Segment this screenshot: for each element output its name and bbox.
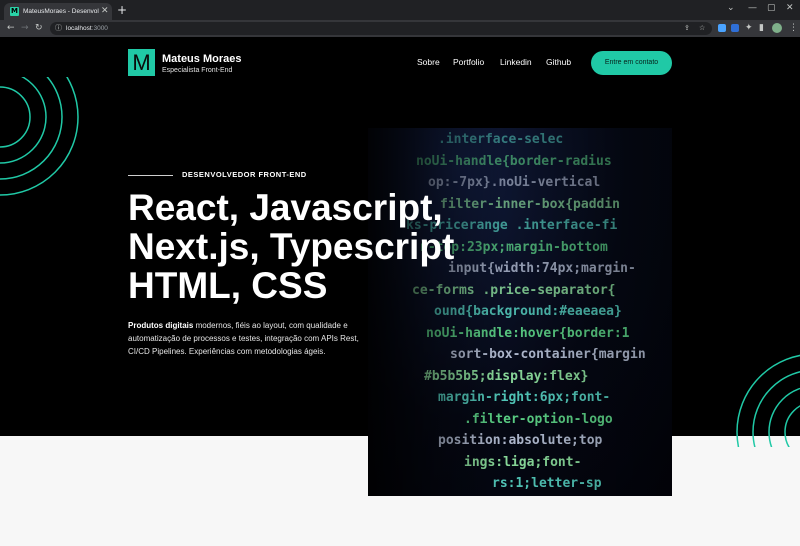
browser-menu-icon[interactable]: ⋮ bbox=[789, 22, 798, 35]
page-viewport: M Mateus Moraes Especialista Front-End S… bbox=[0, 37, 800, 546]
reload-icon[interactable]: ↻ bbox=[35, 22, 43, 35]
side-panel-icon[interactable]: ▮ bbox=[759, 22, 764, 35]
tab-title: MateusMoraes - Desenvolvedor bbox=[23, 8, 99, 15]
contact-button[interactable]: Entre em contato bbox=[591, 51, 672, 75]
back-icon[interactable]: ← bbox=[7, 22, 15, 35]
decorative-arcs-top-left bbox=[0, 77, 79, 196]
new-tab-icon[interactable]: + bbox=[117, 3, 127, 17]
brand-name[interactable]: Mateus Moraes bbox=[162, 53, 241, 66]
extensions-puzzle-icon[interactable]: ✦ bbox=[745, 22, 753, 35]
nav-link-portfolio[interactable]: Portfolio bbox=[453, 57, 484, 68]
close-window-icon[interactable]: ✕ bbox=[786, 2, 794, 14]
code-image-shade bbox=[368, 128, 672, 496]
nav-link-linkedin[interactable]: Linkedin bbox=[500, 57, 532, 68]
logo-letter: M bbox=[132, 50, 151, 75]
forward-icon[interactable]: → bbox=[21, 22, 29, 35]
browser-tab-strip: M MateusMoraes - Desenvolvedor ✕ + ⌄ — ▢… bbox=[0, 0, 800, 20]
code-background-image: .interface-selecnoUi-handle{border-radiu… bbox=[368, 128, 672, 496]
browser-toolbar: ← → ↻ ⓘ localhost:3000 ⇪ ☆ ✦ ▮ ⋮ bbox=[0, 20, 800, 37]
hero-title-line-2: Next.js, Typescript bbox=[128, 226, 455, 267]
extension-1-icon[interactable] bbox=[718, 24, 726, 32]
nav-link-sobre[interactable]: Sobre bbox=[417, 57, 440, 68]
bookmark-star-icon[interactable]: ☆ bbox=[699, 22, 705, 35]
share-icon[interactable]: ⇪ bbox=[684, 22, 690, 35]
hero-eyebrow: DESENVOLVEDOR FRONT-END bbox=[182, 170, 307, 179]
minimize-icon[interactable]: — bbox=[748, 2, 757, 14]
tab-favicon-icon: M bbox=[10, 7, 19, 16]
url-text[interactable]: localhost:3000 bbox=[66, 22, 108, 35]
hero-description: Produtos digitais modernos, fiéis ao lay… bbox=[128, 319, 366, 359]
address-bar[interactable]: ⓘ localhost:3000 ⇪ ☆ bbox=[50, 22, 712, 35]
nav-link-github[interactable]: Github bbox=[546, 57, 571, 68]
tab-close-icon[interactable]: ✕ bbox=[101, 5, 109, 17]
brand-subtitle: Especialista Front-End bbox=[162, 67, 233, 74]
hero-title-line-1: React, Javascript, bbox=[128, 187, 443, 228]
decorative-arcs-right bbox=[736, 354, 800, 447]
eyebrow-divider bbox=[128, 175, 173, 176]
extension-2-icon[interactable] bbox=[731, 24, 739, 32]
hero-title-line-3: HTML, CSS bbox=[128, 265, 328, 306]
tab-search-icon[interactable]: ⌄ bbox=[727, 2, 735, 14]
logo[interactable]: M bbox=[128, 49, 155, 76]
browser-tab[interactable]: M MateusMoraes - Desenvolvedor ✕ bbox=[4, 3, 112, 20]
hero-description-bold: Produtos digitais bbox=[128, 321, 194, 330]
maximize-icon[interactable]: ▢ bbox=[767, 2, 776, 14]
profile-avatar[interactable] bbox=[772, 23, 782, 33]
site-info-icon[interactable]: ⓘ bbox=[55, 22, 62, 35]
